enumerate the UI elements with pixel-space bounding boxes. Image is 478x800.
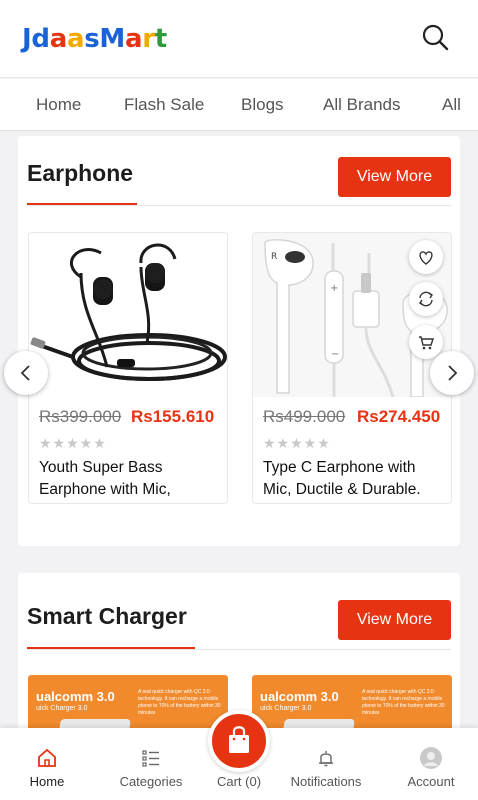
product-banner-heading: ualcomm 3.0 <box>36 689 115 704</box>
product-card[interactable]: Rs399.000 Rs155.610 ★★★★★ Youth Super Ba… <box>28 232 228 504</box>
product-card[interactable]: ualcomm 3.0 uick Charger 3.0 A real quic… <box>28 675 228 733</box>
bell-icon[interactable] <box>314 746 338 770</box>
nav-item-all-brands[interactable]: All Brands <box>323 95 400 115</box>
svg-text:+: + <box>330 283 338 294</box>
logo-letter: a <box>49 24 68 54</box>
section-title: Smart Charger <box>27 603 187 629</box>
smart-charger-section: Smart Charger View More ualcomm 3.0 uick… <box>18 573 460 733</box>
logo-letter: s <box>84 24 100 54</box>
bottom-nav-label: Cart (0) <box>216 774 262 789</box>
nav-item-flash-sale[interactable]: Flash Sale <box>124 95 204 115</box>
section-divider <box>27 205 451 206</box>
heart-icon[interactable] <box>409 240 443 274</box>
carousel-next-button[interactable] <box>430 351 474 395</box>
product-name: Type C Earphone with Mic, Ductile & Dura… <box>263 459 421 498</box>
bottom-nav-notifications[interactable]: Notifications <box>281 728 371 800</box>
bottom-nav-label: Notifications <box>290 774 362 789</box>
logo-letter: r <box>142 24 155 54</box>
refresh-icon[interactable] <box>409 282 443 316</box>
section-divider <box>27 649 451 650</box>
carousel-prev-button[interactable] <box>4 351 48 395</box>
product-name: Youth Super Bass Earphone with Mic, <box>39 459 171 498</box>
chevron-left-icon[interactable] <box>4 351 48 395</box>
cart-fab-button[interactable] <box>208 710 270 772</box>
product-banner-text: A real quick charger with QC 3.0 technol… <box>362 689 445 716</box>
app-header: JdaasMart <box>0 0 478 78</box>
product-image <box>29 233 227 397</box>
section-title: Earphone <box>27 160 134 186</box>
product-banner-subheading: uick Charger 3.0 <box>36 705 88 712</box>
original-price: Rs499.000 <box>263 407 346 426</box>
rating-stars: ★★★★★ <box>263 435 331 451</box>
search-icon[interactable] <box>418 20 454 56</box>
brand-logo[interactable]: JdaasMart <box>22 24 167 54</box>
chevron-right-icon[interactable] <box>430 351 474 395</box>
top-nav: Home Flash Sale Blogs All Brands All <box>0 79 478 131</box>
original-price: Rs399.000 <box>39 407 122 426</box>
earphone-black-image <box>30 243 227 381</box>
logo-letter: a <box>66 24 85 54</box>
logo-letter: a <box>124 24 143 54</box>
wishlist-button[interactable] <box>409 240 443 274</box>
bottom-nav-categories[interactable]: Categories <box>106 728 196 800</box>
logo-letter: t <box>154 24 167 54</box>
home-icon[interactable] <box>35 746 59 770</box>
bottom-nav-label: Account <box>407 774 455 789</box>
shopping-bag-icon[interactable] <box>212 714 266 768</box>
logo-letter: J <box>22 24 32 54</box>
rating-stars: ★★★★★ <box>39 435 107 451</box>
logo-letter: d <box>31 24 50 54</box>
product-banner-subheading: uick Charger 3.0 <box>260 705 312 712</box>
nav-item-home[interactable]: Home <box>36 95 81 115</box>
compare-button[interactable] <box>409 282 443 316</box>
nav-item-all[interactable]: All <box>442 95 461 115</box>
list-icon[interactable] <box>139 746 163 770</box>
product-card[interactable]: ualcomm 3.0 uick Charger 3.0 A real quic… <box>252 675 452 733</box>
bottom-nav-account[interactable]: Account <box>386 728 476 800</box>
nav-item-blogs[interactable]: Blogs <box>241 95 284 115</box>
sale-price: Rs274.450 <box>357 407 441 426</box>
earphone-section: Earphone View More Rs399.000 Rs155.610 ★… <box>18 136 460 546</box>
bottom-nav-label: Home <box>29 774 65 789</box>
logo-letter: M <box>99 24 125 54</box>
bottom-nav-home[interactable]: Home <box>2 728 92 800</box>
avatar-icon[interactable] <box>419 746 443 770</box>
view-more-button[interactable]: View More <box>338 157 451 197</box>
svg-text:R: R <box>271 252 277 262</box>
view-more-button[interactable]: View More <box>338 600 451 640</box>
product-banner-text: A real quick charger with QC 3.0 technol… <box>138 689 221 716</box>
search-button[interactable] <box>418 20 454 56</box>
product-banner-heading: ualcomm 3.0 <box>260 689 339 704</box>
sale-price: Rs155.610 <box>131 407 215 426</box>
svg-text:−: − <box>331 349 339 360</box>
bottom-nav-label: Categories <box>119 774 183 789</box>
